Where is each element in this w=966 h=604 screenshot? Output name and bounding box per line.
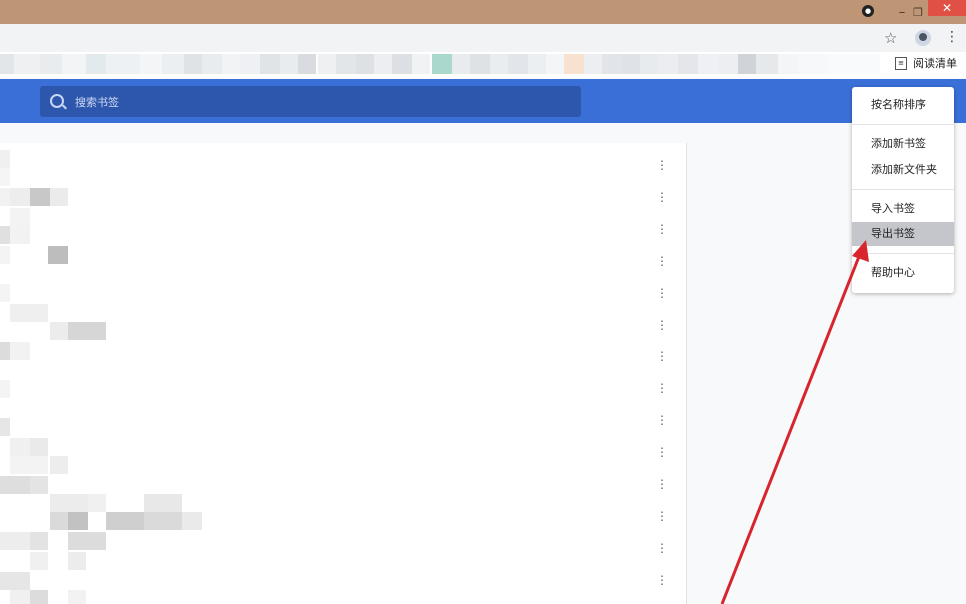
- annotation-arrow: [720, 240, 869, 604]
- arrow-head: [852, 240, 869, 262]
- arrow-shaft: [720, 253, 862, 604]
